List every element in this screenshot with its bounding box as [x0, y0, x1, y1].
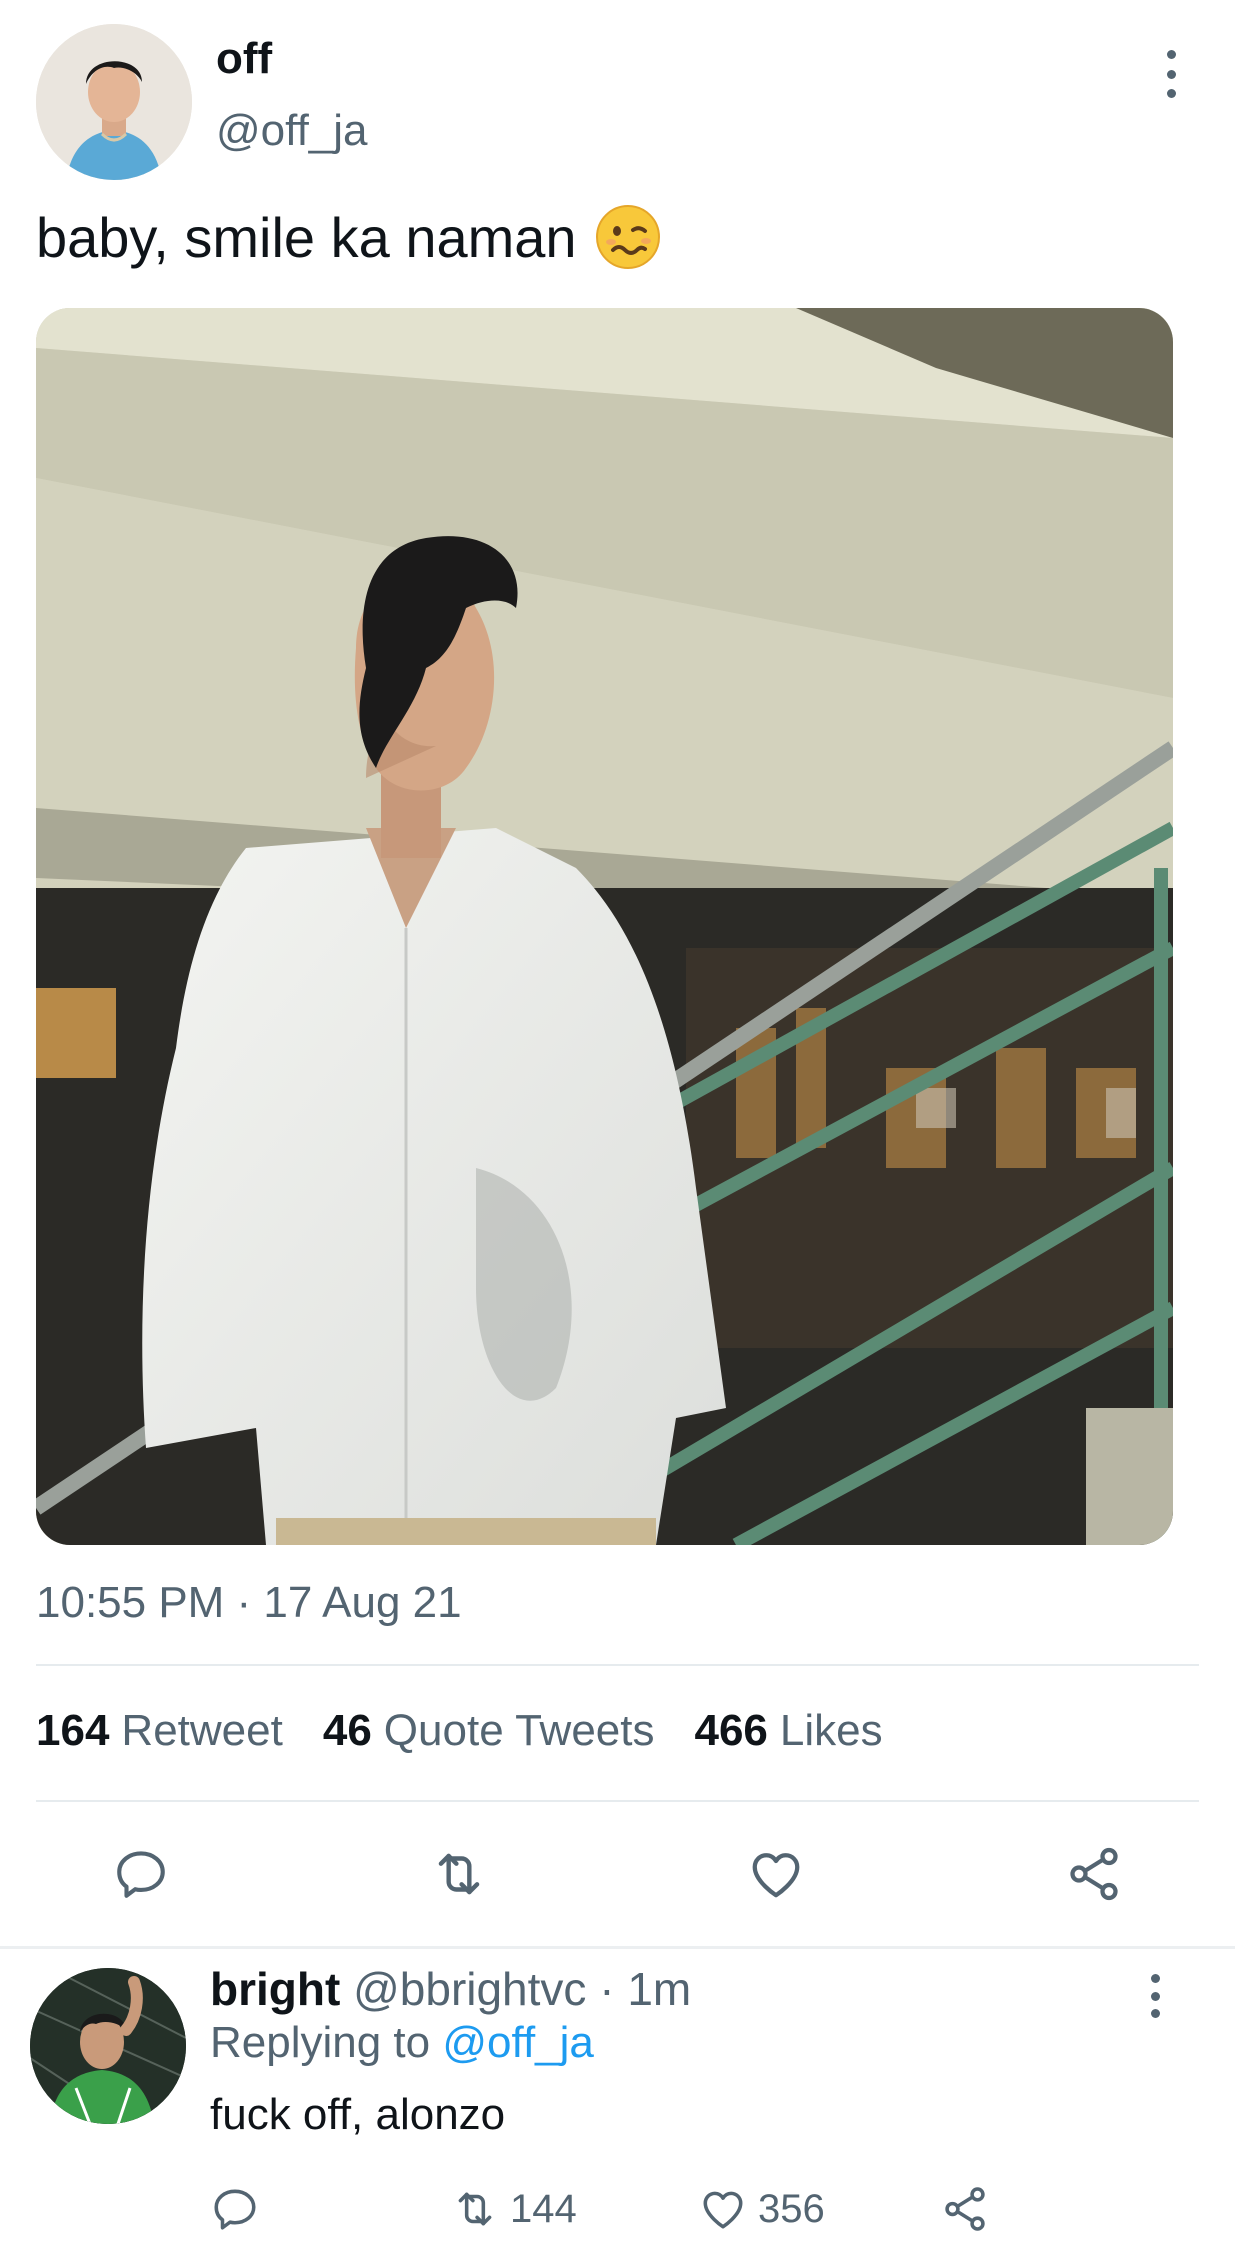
retweet-icon[interactable] [423, 1838, 495, 1910]
reply-like-button[interactable]: 356 [698, 2184, 825, 2234]
section-separator [0, 1946, 1235, 1949]
retweets-stat[interactable]: 164 Retweet [36, 1706, 283, 1756]
retweet-icon [458, 2192, 492, 2226]
reply-retweet-button[interactable]: 144 [450, 2184, 577, 2234]
tweet-text: baby, smile ka naman [36, 205, 577, 269]
tweet-timestamp[interactable]: 10:55 PM · 17 Aug 21 [36, 1578, 462, 1628]
likes-stat[interactable]: 466 Likes [694, 1706, 882, 1756]
tweet-text-row: baby, smile ka naman [36, 204, 661, 270]
reply-header: bright @bbrightvc · 1m [210, 1962, 691, 2016]
reply-time: · 1m [599, 1963, 692, 2015]
reply-reply-button[interactable] [210, 2184, 260, 2234]
reply-handle[interactable]: @bbrightvc [353, 1963, 586, 2015]
reply-more-options-icon[interactable] [1140, 1974, 1170, 2018]
reply-retweet-count: 144 [510, 2186, 577, 2231]
author-handle[interactable]: @off_ja [216, 106, 368, 156]
like-icon[interactable] [740, 1838, 812, 1910]
more-options-icon[interactable] [1156, 50, 1186, 98]
quote-tweets-stat[interactable]: 46 Quote Tweets [323, 1706, 655, 1756]
reply-author-avatar[interactable] [30, 1968, 186, 2124]
divider [36, 1800, 1199, 1802]
reply-display-name[interactable]: bright [210, 1963, 340, 2015]
tweet-photo[interactable] [36, 308, 1173, 1545]
reply-icon [214, 2189, 256, 2230]
replying-to-label: Replying to [210, 2018, 431, 2067]
reply-share-button[interactable] [940, 2184, 990, 2234]
divider [36, 1664, 1199, 1666]
reply-icon[interactable] [105, 1838, 177, 1910]
author-avatar[interactable] [36, 24, 192, 180]
like-icon [703, 2191, 743, 2229]
reply-like-count: 356 [758, 2186, 825, 2231]
author-display-name[interactable]: off [216, 34, 272, 84]
woozy-face-emoji-icon [595, 205, 660, 269]
replying-to-mention[interactable]: @off_ja [442, 2018, 594, 2067]
share-icon [945, 2187, 985, 2231]
reply-text: fuck off, alonzo [210, 2090, 506, 2139]
tweet-stats: 164 Retweet 46 Quote Tweets 466 Likes [36, 1706, 883, 1756]
share-icon[interactable] [1058, 1838, 1130, 1910]
replying-to-line: Replying to @off_ja [210, 2018, 594, 2068]
